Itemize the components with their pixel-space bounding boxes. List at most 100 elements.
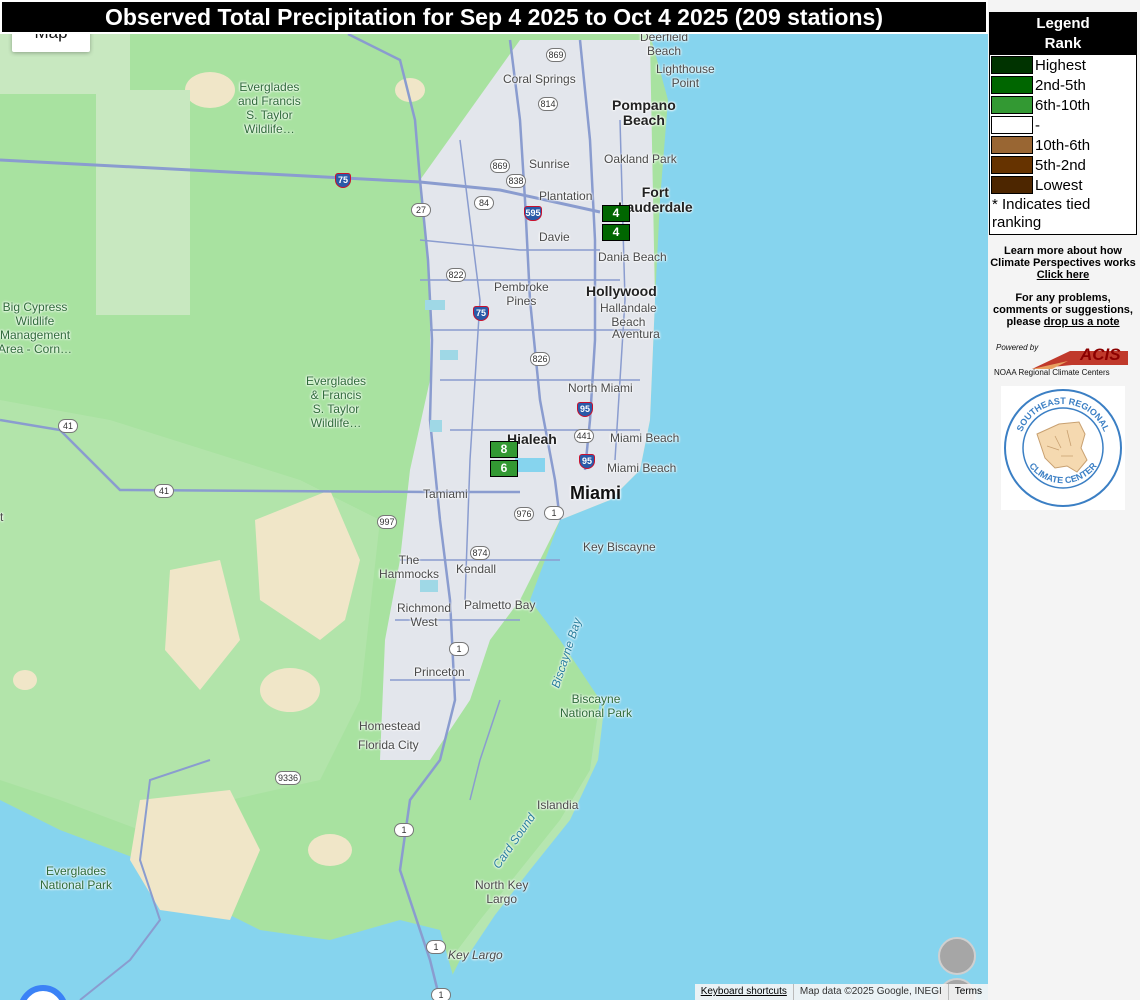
learn-more-line-1: Learn more about how <box>1004 245 1122 257</box>
click-here-link[interactable]: Click here <box>1037 269 1090 281</box>
station-marker[interactable]: 8 <box>490 441 518 458</box>
legend-swatch <box>991 156 1033 174</box>
place-aventura: Aventura <box>612 327 660 341</box>
drop-us-a-note-link[interactable]: drop us a note <box>1044 316 1120 328</box>
route-822-shield: 822 <box>446 268 466 282</box>
feedback-line-1: For any problems, <box>1015 292 1111 304</box>
feedback-block: For any problems, comments or suggestion… <box>988 292 1138 328</box>
legend-label: 10th-6th <box>1035 136 1091 154</box>
place-coral-springs: Coral Springs <box>503 72 576 86</box>
place-edge-fragment: t <box>0 510 4 524</box>
station-marker[interactable]: 4 <box>602 224 630 241</box>
acis-logo[interactable]: Powered by ACIS NOAA Regional Climate Ce… <box>992 343 1132 379</box>
route-1-shield-miami: 1 <box>544 506 564 520</box>
map-title: Observed Total Precipitation for Sep 4 2… <box>0 0 988 34</box>
place-north-key-largo: North Key Largo <box>475 878 529 906</box>
place-miami: Miami <box>570 483 622 503</box>
learn-more-block: Learn more about how Climate Perspective… <box>988 245 1138 281</box>
place-hallandale-beach: Hallandale Beach <box>600 301 657 329</box>
place-islandia: Islandia <box>537 798 579 812</box>
place-north-miami: North Miami <box>568 381 633 395</box>
learn-more-line-2: Climate Perspectives works <box>990 257 1136 269</box>
place-dania-beach: Dania Beach <box>598 250 667 264</box>
place-deerfield-beach: Deerfield Beach <box>640 30 689 58</box>
route-814-shield: 814 <box>538 97 558 111</box>
legend-row-neutral: - <box>990 115 1136 135</box>
interstate-595-shield: 595 <box>524 206 542 221</box>
place-key-biscayne: Key Biscayne <box>583 540 656 554</box>
route-874-shield: 874 <box>470 546 490 560</box>
legend-tie-note: * Indicates tied ranking <box>992 196 1091 231</box>
station-marker[interactable]: 4 <box>602 205 630 222</box>
route-869-shield: 869 <box>546 48 566 62</box>
route-41-shield-tamiami: 41 <box>154 484 174 498</box>
legend-title: Legend <box>1036 15 1090 32</box>
route-976-shield: 976 <box>514 507 534 521</box>
route-838-shield: 838 <box>506 174 526 188</box>
legend-label: 5th-2nd <box>1035 156 1086 174</box>
legend-swatch <box>991 56 1033 74</box>
legend-label: Highest <box>1035 56 1086 74</box>
route-441-shield: 441 <box>574 429 594 443</box>
legend-swatch <box>991 96 1033 114</box>
legend-row-highest: Highest <box>990 55 1136 75</box>
place-hollywood: Hollywood <box>586 283 657 299</box>
place-oakland-park: Oakland Park <box>604 152 677 166</box>
legend-row-lowest: Lowest <box>990 175 1136 195</box>
place-the-hammocks: The Hammocks <box>379 553 440 581</box>
place-biscayne-national-park: Biscayne National Park <box>560 692 633 720</box>
place-palmetto-bay: Palmetto Bay <box>464 598 536 612</box>
terms-link[interactable]: Terms <box>947 984 988 1000</box>
legend-rows: Highest 2nd-5th 6th-10th - 10th-6th 5th-… <box>990 55 1136 195</box>
place-miami-beach-south: Miami Beach <box>607 461 677 475</box>
place-tamiami: Tamiami <box>423 487 468 501</box>
page: Everglades and Francis S. Taylor Wildlife… … <box>0 0 1140 1000</box>
route-869-shield-2: 869 <box>490 159 510 173</box>
legend-row-2nd-5th: 2nd-5th <box>990 75 1136 95</box>
map-canvas[interactable]: Everglades and Francis S. Taylor Wildlife… … <box>0 0 988 1000</box>
place-sunrise: Sunrise <box>529 157 570 171</box>
route-41-shield-west: 41 <box>58 419 78 433</box>
keyboard-shortcuts-link[interactable]: Keyboard shortcuts <box>695 984 793 1000</box>
route-1-shield-south: 1 <box>394 823 414 837</box>
zoom-in-button[interactable] <box>938 937 976 975</box>
place-princeton: Princeton <box>414 665 465 679</box>
route-84-shield: 84 <box>474 196 494 210</box>
place-homestead: Homestead <box>359 719 421 733</box>
route-997-shield: 997 <box>377 515 397 529</box>
place-pompano-beach: Pompano Beach <box>612 97 676 128</box>
route-826-shield: 826 <box>530 352 550 366</box>
legend-row-5th-2nd: 5th-2nd <box>990 155 1136 175</box>
feedback-line-2: comments or suggestions, <box>993 304 1133 316</box>
place-everglades-taylor-south: Everglades & Francis S. Taylor Wildlife… <box>306 374 367 430</box>
legend-subtitle: Rank <box>1044 35 1082 52</box>
place-richmond-west: Richmond West <box>397 601 452 629</box>
route-1-shield-princeton: 1 <box>449 642 469 656</box>
place-miami-beach-north: Miami Beach <box>610 431 680 445</box>
side-panel: Legend Rank Highest 2nd-5th 6th-10th - 1… <box>988 0 1140 1000</box>
place-everglades-taylor-north: Everglades and Francis S. Taylor Wildlife… <box>238 80 301 136</box>
place-lighthouse-point: Lighthouse Point <box>656 62 715 90</box>
station-marker[interactable]: 6 <box>490 460 518 477</box>
place-florida-city: Florida City <box>358 738 419 752</box>
place-kendall: Kendall <box>456 562 497 576</box>
route-27-shield: 27 <box>411 203 431 217</box>
place-everglades-national-park: Everglades National Park <box>40 864 113 892</box>
map-attribution: Keyboard shortcuts Map data ©2025 Google… <box>694 984 988 1000</box>
place-plantation: Plantation <box>539 189 593 203</box>
srcc-logo[interactable]: SOUTHEAST REGIONAL CLIMATE CENTER <box>1001 386 1125 510</box>
map-basemap <box>0 0 988 1000</box>
acis-subtitle: NOAA Regional Climate Centers <box>994 368 1110 377</box>
legend-swatch <box>991 176 1033 194</box>
acis-powered-by: Powered by <box>996 343 1039 352</box>
legend-label: 6th-10th <box>1035 96 1091 114</box>
legend-swatch <box>991 116 1033 134</box>
legend-header: Legend Rank <box>990 13 1136 55</box>
legend-swatch <box>991 76 1033 94</box>
legend-box: Legend Rank Highest 2nd-5th 6th-10th - 1… <box>989 12 1137 235</box>
feedback-line-3: please <box>1006 316 1041 328</box>
place-key-largo: Key Largo <box>448 948 503 962</box>
route-1-shield-keys: 1 <box>426 940 446 954</box>
legend-row-10th-6th: 10th-6th <box>990 135 1136 155</box>
route-9336-shield: 9336 <box>275 771 301 785</box>
